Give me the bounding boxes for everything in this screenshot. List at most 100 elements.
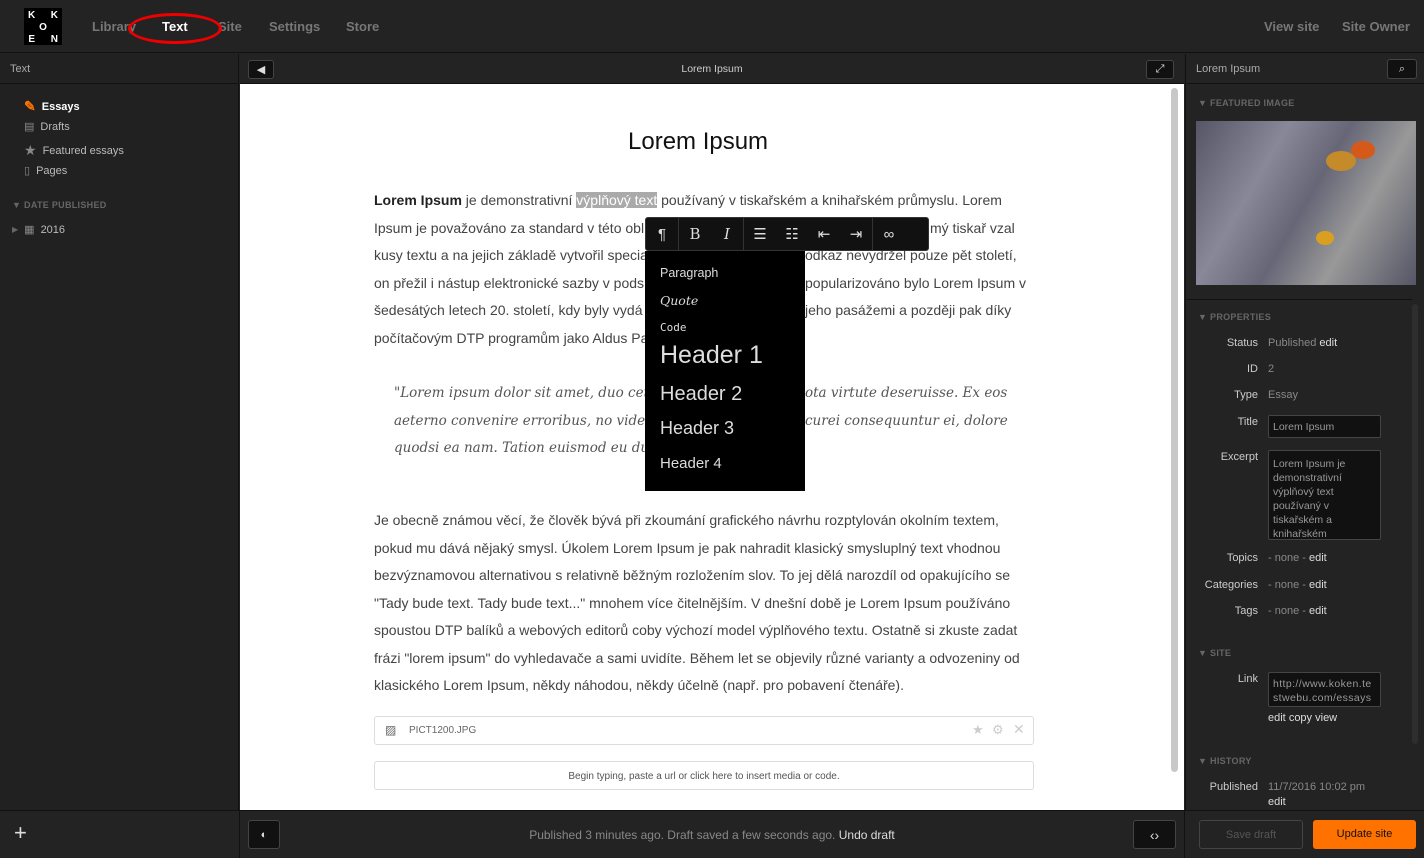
media-block[interactable]: ▨ PICT1200.JPG ★ ⚙ ✕ <box>374 716 1034 745</box>
link-label: Link <box>1237 673 1258 685</box>
link-copy[interactable]: copy <box>1289 712 1312 724</box>
text-line: "Tady bude text. Tady bude text..." mnoh… <box>374 594 1011 611</box>
doc-title[interactable]: Lorem Ipsum <box>628 128 768 156</box>
code-icon: ‹› <box>1149 826 1160 843</box>
id-value: 2 <box>1268 363 1275 375</box>
text-line: frázi "lorem ipsum" do vyhledavače a sam… <box>374 649 1020 666</box>
topics-edit-link[interactable]: edit <box>1309 552 1327 564</box>
published-date: 11/7/2016 10:02 pm <box>1268 781 1366 793</box>
text-line: šedesátých letech 20. století, kdy byly … <box>374 302 643 319</box>
title-input[interactable]: Lorem Ipsum <box>1268 415 1381 438</box>
text-line: Lorem Ipsum je demonstrativní výplňový t… <box>374 192 1002 208</box>
document-canvas[interactable]: Lorem Ipsum Lorem Ipsum je demonstrativn… <box>240 84 1184 810</box>
text-run: je demonstrativní <box>461 192 577 208</box>
text-line: mý tiskař vzal <box>930 219 1015 236</box>
search-icon: ⌕ <box>1398 62 1406 75</box>
link-edit[interactable]: edit <box>1268 712 1286 724</box>
nav-settings[interactable]: Settings <box>269 19 320 34</box>
tags-edit-link[interactable]: edit <box>1309 605 1327 617</box>
link-view[interactable]: view <box>1315 712 1337 724</box>
properties-section[interactable]: ▼ PROPERTIES <box>1198 312 1271 322</box>
italic-icon[interactable]: I <box>711 225 743 243</box>
sidebar-item-pages[interactable]: ▯ Pages <box>24 164 67 178</box>
text-line: curei consequuntur ei, dolore <box>805 412 1008 429</box>
text-line: klasického Lorem Ipsum, někdy náhodou, n… <box>374 677 904 693</box>
menu-paragraph[interactable]: Paragraph <box>660 266 718 280</box>
sidebar-item-essays[interactable]: ✎ Essays <box>24 98 80 115</box>
star-icon[interactable]: ★ <box>972 722 984 738</box>
menu-header-1[interactable]: Header 1 <box>660 341 763 370</box>
outdent-icon[interactable]: ⇤ <box>808 225 840 243</box>
date-published-section[interactable]: ▼ DATE PUBLISHED <box>12 200 107 210</box>
categories-label: Categories <box>1204 579 1258 591</box>
menu-code[interactable]: Code <box>660 321 687 334</box>
nav-view-site[interactable]: View site <box>1264 19 1319 34</box>
code-view-button[interactable]: ‹› <box>1133 820 1176 849</box>
pilcrow-icon[interactable]: ¶ <box>646 226 678 243</box>
id-label: ID <box>1247 363 1258 375</box>
numbered-list-icon[interactable]: ☷ <box>776 225 808 243</box>
text-line: ota virtute deseruisse. Ex eos <box>805 385 1008 401</box>
menu-header-4[interactable]: Header 4 <box>660 455 722 472</box>
text-line: quodsi ea nam. Tation euismod eu duo. S <box>394 440 675 456</box>
format-menu: Paragraph Quote Code Header 1 Header 2 H… <box>645 251 805 491</box>
site-section[interactable]: ▼ SITE <box>1198 648 1231 658</box>
inspector-scrollbar[interactable] <box>1412 304 1418 744</box>
link-icon[interactable]: ∞ <box>873 226 905 243</box>
save-draft-button[interactable]: Save draft <box>1199 820 1303 849</box>
text-line: Je obecně známou věcí, že člověk bývá př… <box>374 512 999 528</box>
categories-edit-link[interactable]: edit <box>1309 579 1327 591</box>
editor-header-title: Lorem Ipsum <box>681 63 743 75</box>
text-line: počítačovým DTP programům jako Aldus Pa <box>374 330 649 346</box>
fullscreen-button[interactable]: ⤢ <box>1146 60 1174 79</box>
published-edit-link[interactable]: edit <box>1268 796 1286 808</box>
undo-draft-link[interactable]: Undo draft <box>839 828 895 842</box>
nav-store[interactable]: Store <box>346 19 379 34</box>
footer-bar: + ◐ Published 3 minutes ago. Draft saved… <box>0 810 1424 858</box>
annotation-circle <box>128 13 222 44</box>
image-icon: ▨ <box>385 723 397 737</box>
text-run: Lorem Ipsum <box>374 192 462 208</box>
status-edit-link[interactable]: edit <box>1319 337 1337 349</box>
published-label: Published <box>1209 781 1258 793</box>
status-value: Published edit <box>1268 337 1338 349</box>
inspector-panel: Lorem Ipsum ⌕ ▼ FEATURED IMAGE ▼ PROPERT… <box>1185 54 1424 810</box>
featured-image[interactable] <box>1196 121 1416 285</box>
save-status: Published 3 minutes ago. Draft saved a f… <box>529 828 895 842</box>
sidebar-item-featured[interactable]: ★ Featured essays <box>24 142 124 159</box>
editor-header: ◀ Lorem Ipsum ⤢ <box>240 54 1184 84</box>
bullet-list-icon[interactable]: ☰ <box>744 225 776 243</box>
scrollbar[interactable] <box>1171 88 1178 772</box>
search-button[interactable]: ⌕ <box>1387 59 1417 79</box>
koken-logo[interactable]: KKOEN <box>24 8 62 45</box>
text-line: jeho pasážemi a později pak díky <box>805 302 1012 319</box>
nav-site-owner[interactable]: Site Owner <box>1342 19 1410 34</box>
calendar-icon: ▦ <box>24 224 35 236</box>
text-line: aeterno convenire erroribus, no vide dui… <box>394 412 678 429</box>
bold-icon[interactable]: B <box>679 225 711 243</box>
link-field[interactable]: http://www.koken.testwebu.com/essays <box>1268 672 1381 707</box>
close-icon[interactable]: ✕ <box>1013 721 1025 738</box>
year-2016[interactable]: ▶ ▦ 2016 <box>12 223 65 237</box>
type-label: Type <box>1234 389 1258 401</box>
excerpt-textarea[interactable]: Lorem Ipsum je demonstrativní výplňový t… <box>1268 450 1381 540</box>
title-label: Title <box>1237 416 1258 428</box>
gear-icon[interactable]: ⚙ <box>992 722 1004 738</box>
text-line: "Lorem ipsum dolor sit amet, duo ceteros <box>394 385 679 401</box>
add-button[interactable]: + <box>14 820 27 846</box>
update-site-button[interactable]: Update site <box>1313 820 1416 849</box>
tags-label: Tags <box>1234 605 1258 617</box>
media-filename: PICT1200.JPG <box>409 725 477 736</box>
indent-icon[interactable]: ⇥ <box>840 225 872 243</box>
history-section[interactable]: ▼ HISTORY <box>1198 756 1252 766</box>
featured-image-section[interactable]: ▼ FEATURED IMAGE <box>1198 98 1295 108</box>
selected-text: výplňový text <box>576 192 658 208</box>
topics-label: Topics <box>1226 552 1258 564</box>
insert-media-input[interactable]: Begin typing, paste a url or click here … <box>374 761 1034 790</box>
menu-header-3[interactable]: Header 3 <box>660 418 734 439</box>
menu-header-2[interactable]: Header 2 <box>660 383 742 406</box>
menu-quote[interactable]: Quote <box>660 293 698 308</box>
expand-icon: ⤢ <box>1155 63 1165 75</box>
sidebar-item-drafts[interactable]: ▤ Drafts <box>24 120 70 134</box>
star-icon: ★ <box>24 142 37 158</box>
